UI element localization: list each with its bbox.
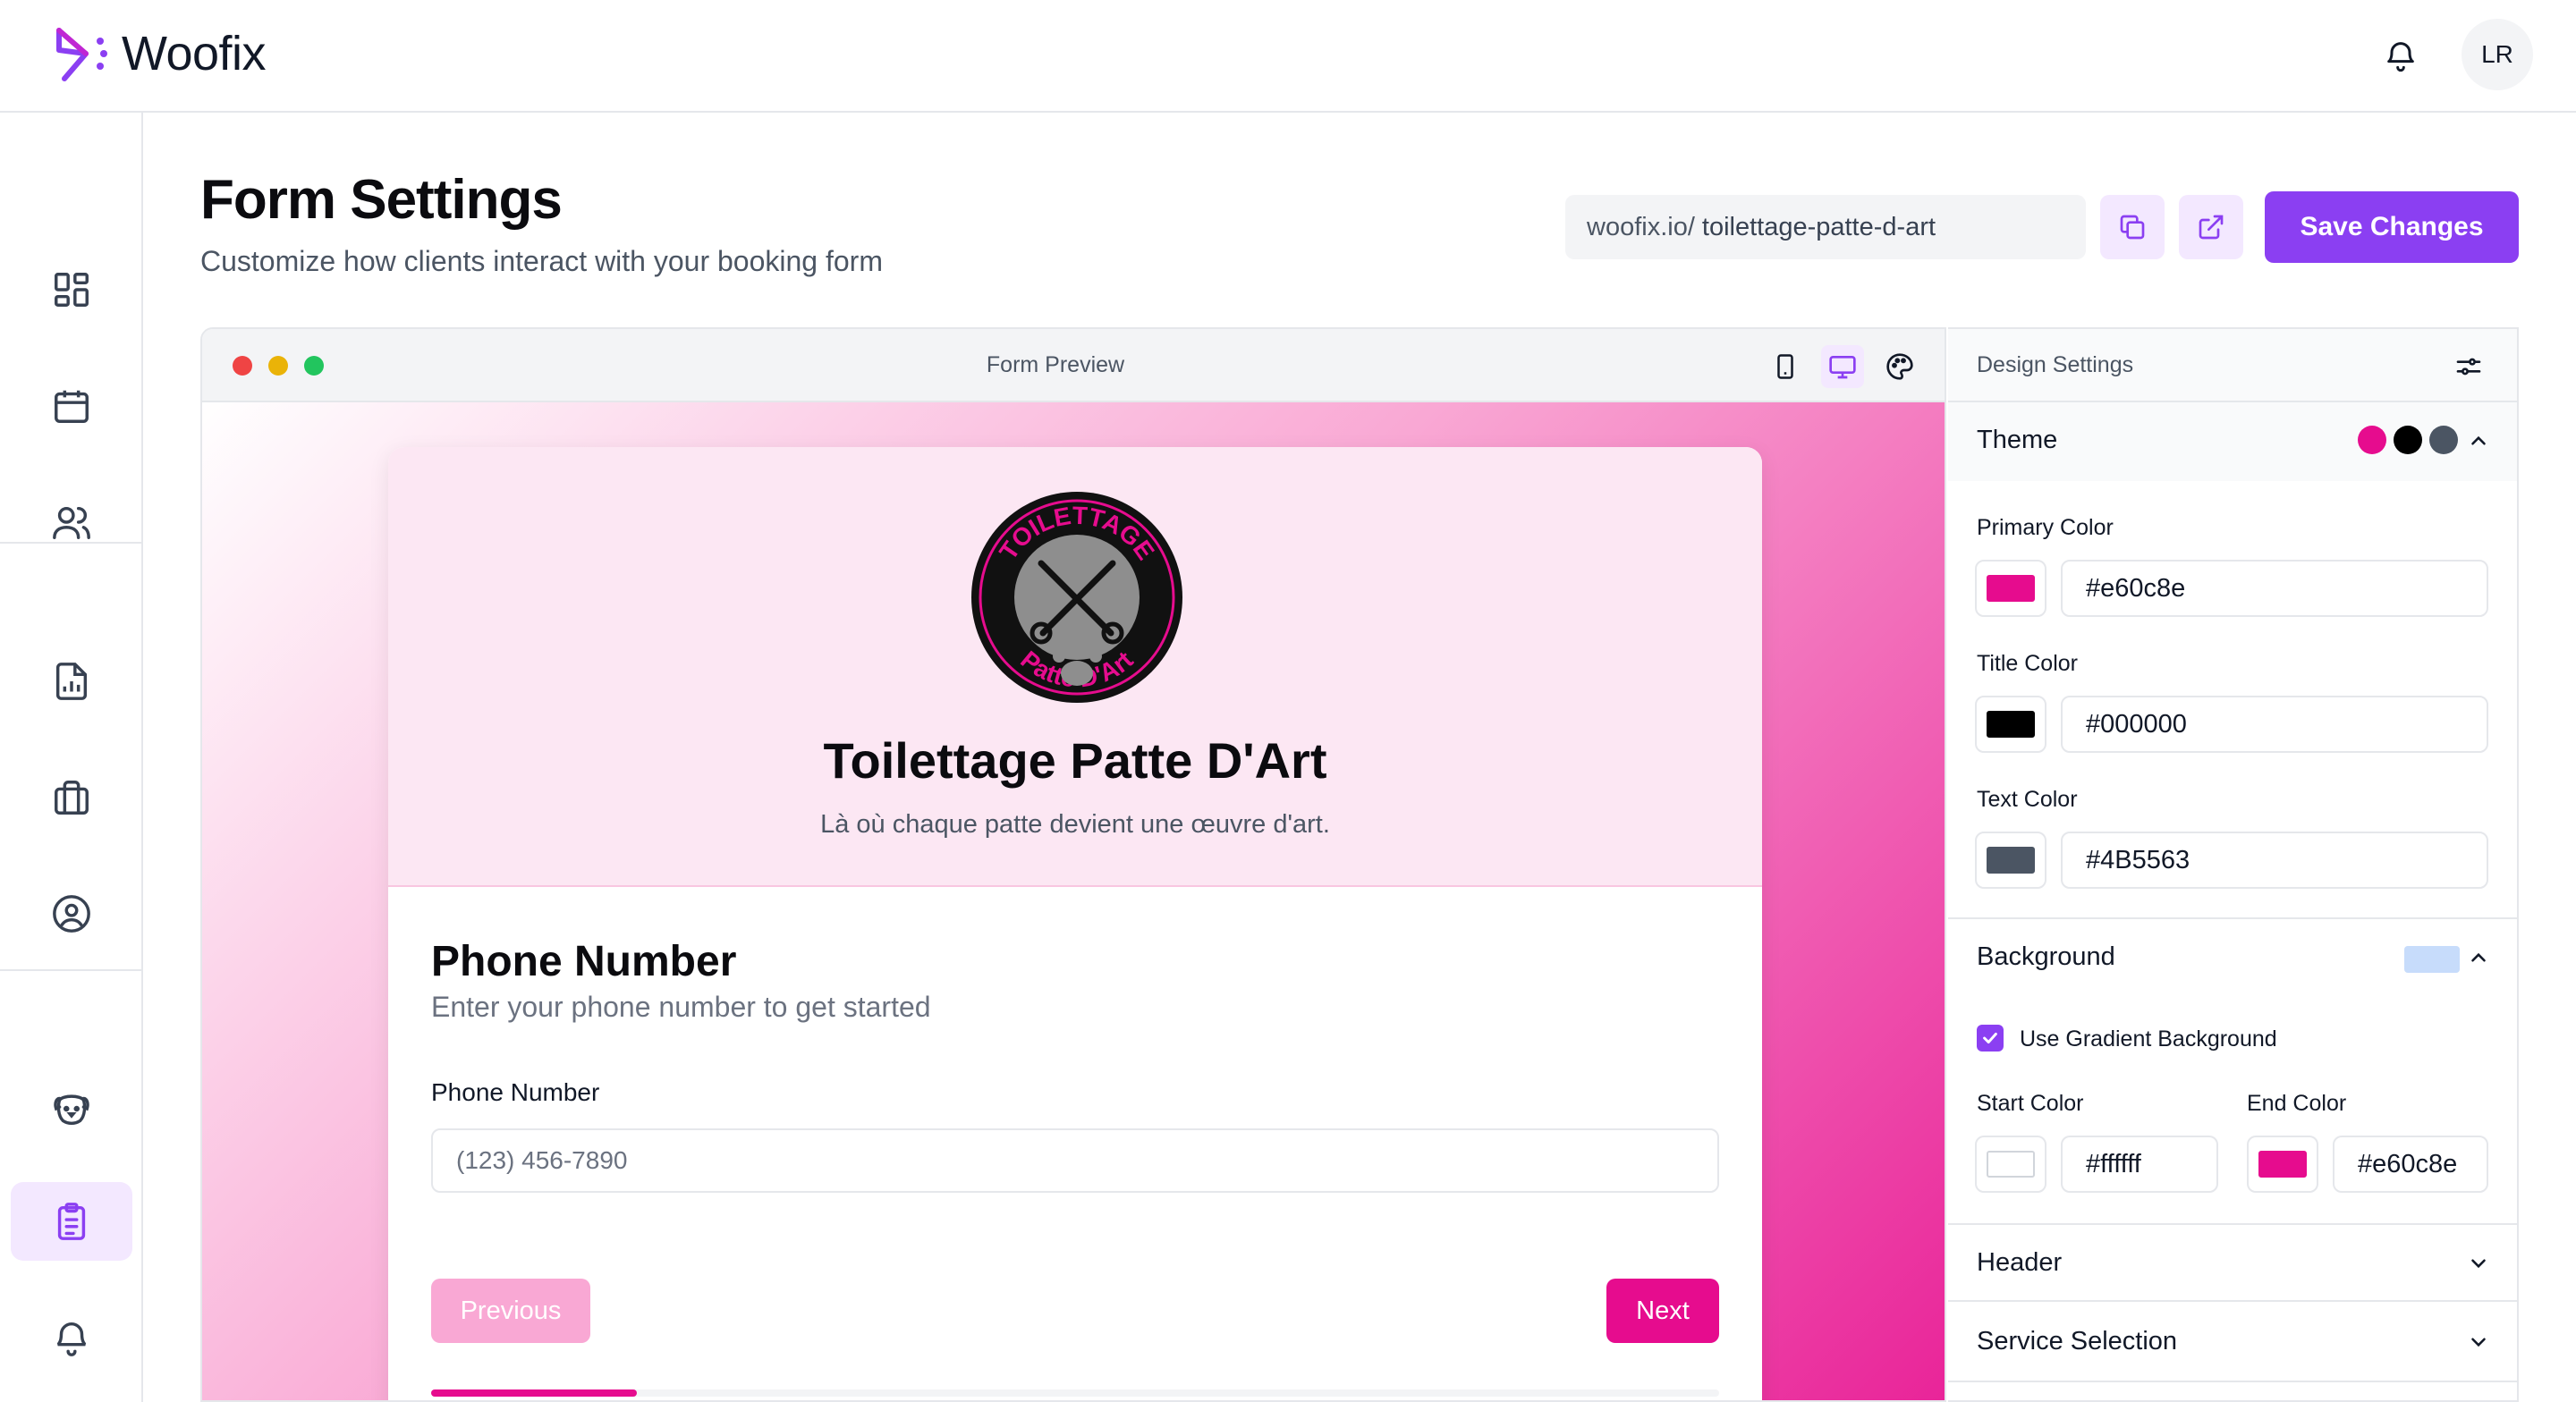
open-url-button[interactable] [2179, 195, 2243, 259]
form-header: TOILETTAGE Patte D'Art Toilettage Patte … [388, 447, 1762, 887]
sidebar-divider [0, 969, 143, 971]
bell-icon[interactable] [11, 1298, 132, 1377]
primary-color-label: Primary Color [1977, 515, 2114, 540]
business-name: Toilettage Patte D'Art [823, 732, 1327, 789]
design-settings-header: Design Settings [1948, 329, 2517, 402]
chevron-up-icon [2471, 952, 2486, 962]
business-tagline: Là où chaque patte devient une œuvre d'a… [820, 810, 1330, 839]
mobile-view-icon[interactable] [1764, 345, 1807, 388]
next-button[interactable]: Next [1606, 1279, 1719, 1343]
theme-swatch-title [2394, 426, 2422, 454]
app-name: Woofix [122, 27, 267, 80]
start-color-label: Start Color [1977, 1091, 2084, 1116]
preview-background: TOILETTAGE Patte D'Art Toilettage Patte … [202, 402, 1945, 1400]
sliders-icon[interactable] [2454, 352, 2483, 381]
title-color-label: Title Color [1977, 651, 2078, 676]
desktop-view-icon[interactable] [1821, 345, 1864, 388]
calendar-icon[interactable] [11, 367, 132, 445]
gradient-checkbox[interactable] [1977, 1025, 2004, 1052]
business-logo: TOILETTAGE Patte D'Art [971, 492, 1182, 703]
woofix-logo-icon [56, 28, 107, 81]
phone-input[interactable] [431, 1128, 1719, 1193]
start-color-input[interactable] [2061, 1136, 2218, 1193]
chevron-down-icon [2471, 1259, 2486, 1269]
start-color-swatch[interactable] [1975, 1136, 2046, 1193]
form-preview-window: Form Preview TOILETTAGE Patt 'Art Toilet… [200, 327, 1946, 1402]
text-color-label: Text Color [1977, 787, 2078, 812]
end-color-swatch[interactable] [2247, 1136, 2318, 1193]
phone-field-label: Phone Number [431, 1078, 600, 1106]
users-icon[interactable] [11, 483, 132, 562]
save-changes-button[interactable]: Save Changes [2265, 191, 2519, 263]
check-icon [1983, 1032, 1997, 1044]
end-color-input[interactable] [2333, 1136, 2488, 1193]
top-bar: Woofix LR [0, 0, 2576, 113]
theme-section-label: Theme [1977, 426, 2058, 454]
theme-swatch-text [2429, 426, 2458, 454]
url-prefix: woofix.io/ [1587, 212, 1695, 241]
preview-label: Form Preview [986, 352, 1125, 377]
form-progress-fill [431, 1389, 638, 1397]
url-slug[interactable]: toilettage-patte-d-art [1702, 213, 1936, 242]
sidebar [0, 113, 143, 1402]
page-title: Form Settings [200, 169, 563, 231]
title-color-input[interactable] [2061, 696, 2488, 753]
palette-icon[interactable] [1878, 345, 1921, 388]
theme-section-toggle[interactable]: Theme [1948, 402, 2517, 481]
preview-toolbar: Form Preview [202, 329, 1945, 402]
sidebar-divider [0, 542, 143, 544]
background-swatch [2404, 946, 2460, 973]
text-color-input[interactable] [2061, 832, 2488, 889]
user-circle-icon[interactable] [11, 874, 132, 953]
user-avatar[interactable]: LR [2462, 19, 2533, 90]
copy-icon [2120, 215, 2145, 240]
copy-url-button[interactable] [2100, 195, 2165, 259]
dashboard-icon[interactable] [11, 250, 132, 329]
design-settings-panel: Design Settings Theme Primary Color Titl… [1948, 327, 2519, 1402]
chevron-down-icon [2471, 1338, 2486, 1347]
clipboard-icon[interactable] [11, 1182, 132, 1261]
external-link-icon [2199, 215, 2224, 240]
end-color-label: End Color [2247, 1091, 2347, 1116]
background-section-toggle[interactable]: Background [1948, 917, 2517, 996]
form-progress-bar [431, 1389, 1719, 1397]
notifications-icon[interactable] [2383, 38, 2419, 73]
text-color-swatch[interactable] [1975, 832, 2046, 889]
page-subtitle: Customize how clients interact with your… [200, 245, 883, 277]
booking-form-card: TOILETTAGE Patte D'Art Toilettage Patte … [388, 447, 1762, 1400]
header-section-toggle[interactable]: Header [1948, 1223, 2517, 1302]
chevron-up-icon [2471, 435, 2486, 445]
report-icon[interactable] [11, 642, 132, 721]
design-settings-title: Design Settings [1977, 352, 2134, 377]
header-section-label: Header [1977, 1248, 2063, 1277]
previous-button[interactable]: Previous [431, 1279, 590, 1343]
booking-url-field[interactable]: woofix.io/ toilettage-patte-d-art [1565, 195, 2086, 259]
title-color-swatch[interactable] [1975, 696, 2046, 753]
app-logo[interactable]: Woofix [52, 23, 267, 84]
primary-color-swatch[interactable] [1975, 560, 2046, 617]
step-subtitle: Enter your phone number to get started [431, 991, 931, 1023]
gradient-checkbox-label: Use Gradient Background [2020, 1026, 2277, 1052]
step-title: Phone Number [431, 938, 737, 985]
briefcase-icon[interactable] [11, 758, 132, 837]
theme-swatch-primary [2358, 426, 2386, 454]
background-section-label: Background [1977, 942, 2115, 971]
primary-color-input[interactable] [2061, 560, 2488, 617]
pet-icon[interactable] [11, 1069, 132, 1148]
service-selection-section-toggle[interactable]: Service Selection [1948, 1304, 2517, 1382]
service-selection-label: Service Selection [1977, 1327, 2178, 1356]
